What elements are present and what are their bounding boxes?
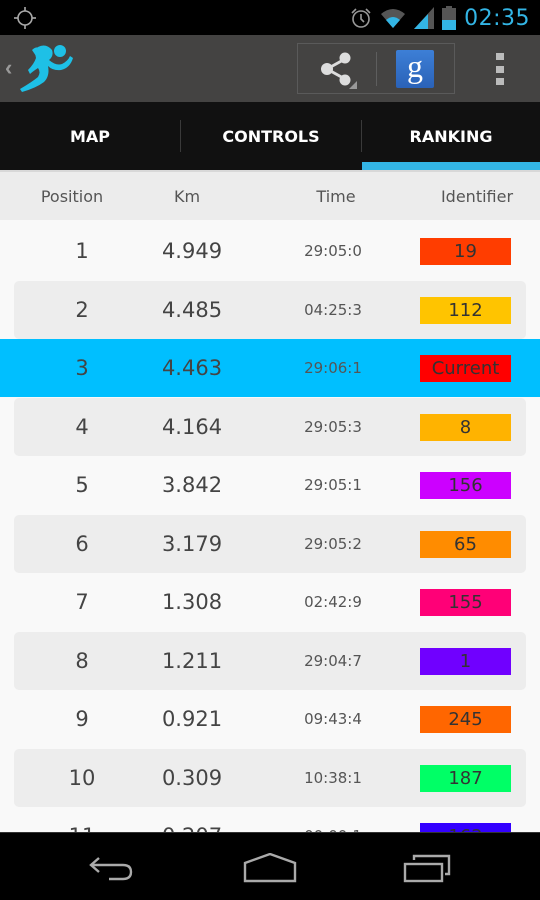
ranking-list[interactable]: Position Km Time Identifier 1 4.949 29:05:…	[0, 170, 540, 832]
position-cell: 10	[68, 765, 96, 790]
back-button[interactable]	[72, 843, 152, 893]
tab-selected-indicator	[362, 162, 540, 170]
header-time: Time	[316, 187, 356, 206]
identifier-badge: 187	[420, 764, 511, 792]
identifier-badge: 65	[420, 530, 511, 558]
time-cell: 10:38:1	[304, 768, 362, 787]
km-cell: 0.207	[137, 807, 247, 832]
time-cell: 29:05:2	[304, 534, 362, 553]
position-cell: 8	[75, 648, 89, 673]
overflow-menu-button[interactable]	[486, 53, 514, 85]
table-row[interactable]: 5 3.842 29:05:1 156	[14, 456, 526, 514]
km-cell: 1.211	[161, 648, 223, 673]
share-icon	[321, 52, 357, 89]
wifi-icon	[381, 9, 406, 28]
position-cell: 9	[75, 707, 89, 731]
status-bar: 02:35	[0, 0, 540, 35]
table-row-current[interactable]: 3 4.463 29:06:1 Current	[0, 339, 540, 397]
position-cell: 5	[75, 473, 89, 497]
identifier-badge: 156	[420, 472, 511, 499]
position-cell: 3	[75, 356, 89, 380]
time-cell: 29:04:7	[304, 651, 362, 670]
overflow-dot	[496, 53, 504, 60]
table-row[interactable]: 10 0.309 10:38:1 187	[14, 748, 526, 807]
tab-ranking[interactable]: RANKING	[362, 102, 540, 170]
recents-icon	[403, 854, 451, 883]
tab-controls[interactable]: CONTROLS	[181, 102, 361, 170]
km-cell: 0.921	[161, 707, 223, 731]
alarm-icon	[351, 8, 371, 28]
identifier-badge: Current	[420, 355, 511, 382]
overflow-dot	[496, 78, 504, 85]
google-button[interactable]: g	[396, 50, 434, 88]
table-row[interactable]: 6 3.179 29:05:2 65	[14, 514, 526, 573]
table-header: Position Km Time Identifier	[0, 170, 540, 220]
time-cell: 29:05:1	[304, 476, 362, 494]
position-cell: 7	[75, 590, 89, 614]
identifier-badge: 155	[420, 589, 511, 616]
overflow-dot	[496, 65, 504, 73]
km-cell: 4.485	[161, 297, 223, 322]
recents-button[interactable]	[388, 843, 468, 893]
runner-icon	[20, 45, 73, 92]
chevron-left-icon: ‹	[5, 55, 13, 80]
km-cell: 3.179	[161, 531, 223, 556]
km-cell: 1.308	[161, 590, 223, 614]
time-cell: 29:05:3	[304, 417, 362, 436]
tab-bar: MAP CONTROLS RANKING	[0, 102, 540, 170]
identifier-badge: 162	[420, 823, 511, 832]
position-cell: 1	[75, 239, 89, 263]
home-icon	[243, 853, 297, 883]
position-cell: 6	[75, 531, 89, 556]
table-row[interactable]: 9 0.921 09:43:4 245	[14, 690, 526, 748]
time-cell: 04:25:3	[304, 300, 362, 319]
google-icon: g	[407, 48, 423, 84]
table-row[interactable]: 1 4.949 29:05:0 19	[14, 222, 526, 280]
table-row[interactable]: 2 4.485 04:25:3 112	[14, 280, 526, 339]
back-icon	[89, 857, 133, 881]
km-cell: 4.463	[161, 356, 223, 380]
signal-icon	[414, 7, 435, 29]
position-cell: 2	[75, 297, 89, 322]
identifier-badge: 8	[420, 413, 511, 441]
battery-icon	[442, 6, 457, 30]
identifier-badge: 1	[420, 647, 511, 675]
time-cell: 09:43:4	[304, 710, 362, 728]
table-row[interactable]: 11 0.207 00:00:1 162	[14, 807, 526, 832]
km-cell: 4.949	[161, 239, 223, 263]
time-cell: 29:06:1	[304, 359, 362, 377]
action-group: g	[297, 43, 455, 94]
action-bar: ‹ g	[0, 35, 540, 102]
km-cell: 0.309	[161, 765, 223, 790]
header-km: Km	[173, 187, 201, 206]
table-row[interactable]: 7 1.308 02:42:9 155	[14, 573, 526, 631]
identifier-badge: 19	[420, 238, 511, 265]
identifier-badge: 245	[420, 706, 511, 733]
gps-icon	[14, 7, 36, 29]
km-cell: 4.164	[161, 414, 223, 439]
navigation-bar	[0, 832, 540, 900]
time-cell: 02:42:9	[304, 593, 362, 611]
table-row[interactable]: 4 4.164 29:05:3 8	[14, 397, 526, 456]
position-cell: 11	[52, 807, 112, 832]
header-position: Position	[40, 187, 104, 206]
home-button[interactable]	[230, 843, 310, 893]
table-row[interactable]: 8 1.211 29:04:7 1	[14, 631, 526, 690]
identifier-badge: 112	[420, 296, 511, 324]
share-button[interactable]	[298, 44, 376, 93]
divider	[376, 52, 377, 86]
time-cell: 00:00:1	[283, 807, 383, 832]
position-cell: 4	[75, 414, 89, 439]
km-cell: 3.842	[161, 473, 223, 497]
tab-map[interactable]: MAP	[0, 102, 180, 170]
clock: 02:35	[464, 5, 530, 31]
time-cell: 29:05:0	[304, 242, 362, 260]
header-identifier: Identifier	[440, 187, 514, 206]
